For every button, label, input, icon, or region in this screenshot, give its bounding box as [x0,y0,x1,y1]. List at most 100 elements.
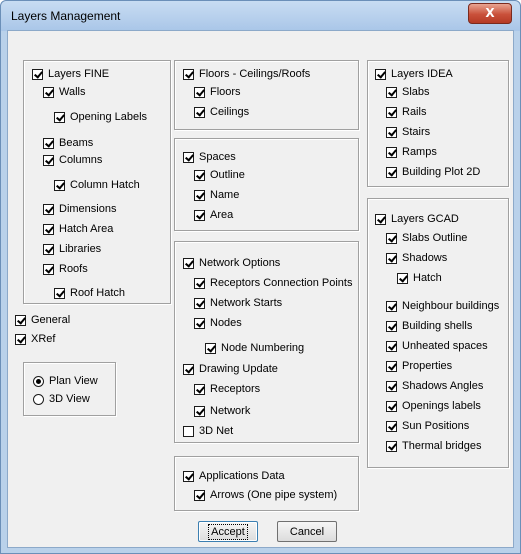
checkbox-floors[interactable]: Floors [194,84,241,100]
checkbox-box[interactable] [54,111,65,123]
checkbox-hatch-area[interactable]: Hatch Area [43,221,113,237]
checkbox-box[interactable] [183,68,194,80]
checkbox-box[interactable] [183,470,194,482]
checkbox-box[interactable] [183,363,194,375]
checkbox-box[interactable] [386,232,397,244]
checkbox-box[interactable] [183,257,194,269]
checkbox-box[interactable] [54,287,65,299]
checkbox-roofs[interactable]: Roofs [43,261,88,277]
checkbox-box[interactable] [386,340,397,352]
checkbox-slabs[interactable]: Slabs [386,84,430,100]
checkbox-box[interactable] [194,86,205,98]
cancel-button[interactable]: Cancel [277,521,337,542]
checkbox-roof-hatch[interactable]: Roof Hatch [54,285,125,301]
checkbox-3d-net[interactable]: 3D Net [183,423,233,439]
checkbox-building-shells[interactable]: Building shells [386,318,472,334]
checkbox-building-plot-2d[interactable]: Building Plot 2D [386,164,480,180]
checkbox-box[interactable] [386,420,397,432]
close-button[interactable]: X [468,3,512,24]
checkbox-box[interactable] [183,151,194,163]
checkbox-dimensions[interactable]: Dimensions [43,201,116,217]
checkbox-box[interactable] [375,213,386,225]
checkbox-box[interactable] [386,400,397,412]
checkbox-box[interactable] [43,154,54,166]
radio-button[interactable] [33,375,44,387]
checkbox-box[interactable] [32,68,43,80]
checkbox-box[interactable] [386,86,397,98]
checkbox-box[interactable] [194,489,205,501]
checkbox-walls[interactable]: Walls [43,84,85,100]
checkbox-network-options[interactable]: Network Options [183,255,280,271]
checkbox-openings-labels[interactable]: Openings labels [386,398,481,414]
checkbox-box[interactable] [194,189,205,201]
checkbox-box[interactable] [375,68,386,80]
checkbox-box[interactable] [194,317,205,329]
checkbox-outline[interactable]: Outline [194,167,245,183]
checkbox-drawing-update[interactable]: Drawing Update [183,361,278,377]
checkbox-ceilings[interactable]: Ceilings [194,104,249,120]
checkbox-receptors-connection-points[interactable]: Receptors Connection Points [194,275,352,291]
checkbox-box[interactable] [15,314,26,326]
checkbox-area[interactable]: Area [194,207,233,223]
checkbox-sun-positions[interactable]: Sun Positions [386,418,469,434]
checkbox-column-hatch[interactable]: Column Hatch [54,177,140,193]
checkbox-xref[interactable]: XRef [15,331,55,347]
checkbox-libraries[interactable]: Libraries [43,241,101,257]
radio-3d-view[interactable]: 3D View [33,391,90,407]
checkbox-shadows-angles[interactable]: Shadows Angles [386,378,483,394]
checkbox-box[interactable] [194,383,205,395]
checkbox-box[interactable] [397,272,408,284]
checkbox-box[interactable] [183,425,194,437]
checkbox-columns[interactable]: Columns [43,152,102,168]
checkbox-box[interactable] [386,360,397,372]
checkbox-box[interactable] [386,106,397,118]
checkbox-box[interactable] [386,300,397,312]
checkbox-properties[interactable]: Properties [386,358,452,374]
checkbox-shadows[interactable]: Shadows [386,250,447,266]
checkbox-box[interactable] [43,243,54,255]
checkbox-rails[interactable]: Rails [386,104,426,120]
checkbox-stairs[interactable]: Stairs [386,124,430,140]
checkbox-slabs-outline[interactable]: Slabs Outline [386,230,467,246]
checkbox-box[interactable] [194,277,205,289]
checkbox-network[interactable]: Network [194,403,250,419]
checkbox-box[interactable] [43,137,54,149]
checkbox-neighbour-buildings[interactable]: Neighbour buildings [386,298,499,314]
checkbox-applications-data[interactable]: Applications Data [183,468,285,484]
checkbox-beams[interactable]: Beams [43,135,93,151]
checkbox-box[interactable] [194,405,205,417]
checkbox-box[interactable] [386,126,397,138]
checkbox-opening-labels[interactable]: Opening Labels [54,109,147,125]
checkbox-layers-idea[interactable]: Layers IDEA [375,66,453,82]
checkbox-box[interactable] [194,106,205,118]
checkbox-box[interactable] [194,297,205,309]
checkbox-floors-ceilings-roofs[interactable]: Floors - Ceilings/Roofs [183,66,310,82]
checkbox-box[interactable] [386,252,397,264]
checkbox-box[interactable] [54,179,65,191]
checkbox-box[interactable] [43,203,54,215]
checkbox-ramps[interactable]: Ramps [386,144,437,160]
checkbox-box[interactable] [194,209,205,221]
checkbox-box[interactable] [43,86,54,98]
radio-plan-view[interactable]: Plan View [33,373,98,389]
checkbox-node-numbering[interactable]: Node Numbering [205,340,304,356]
checkbox-general[interactable]: General [15,312,70,328]
checkbox-network-starts[interactable]: Network Starts [194,295,282,311]
radio-button[interactable] [33,393,44,405]
checkbox-box[interactable] [386,380,397,392]
checkbox-spaces[interactable]: Spaces [183,149,236,165]
checkbox-thermal-bridges[interactable]: Thermal bridges [386,438,481,454]
checkbox-unheated-spaces[interactable]: Unheated spaces [386,338,488,354]
checkbox-box[interactable] [386,440,397,452]
checkbox-box[interactable] [194,169,205,181]
accept-button[interactable]: Accept [198,521,258,542]
checkbox-box[interactable] [386,320,397,332]
checkbox-box[interactable] [43,223,54,235]
checkbox-layers-gcad[interactable]: Layers GCAD [375,211,459,227]
checkbox-box[interactable] [386,166,397,178]
checkbox-name[interactable]: Name [194,187,239,203]
checkbox-nodes[interactable]: Nodes [194,315,242,331]
checkbox-box[interactable] [386,146,397,158]
checkbox-box[interactable] [15,333,26,345]
title-bar[interactable]: Layers Management X [1,1,520,31]
